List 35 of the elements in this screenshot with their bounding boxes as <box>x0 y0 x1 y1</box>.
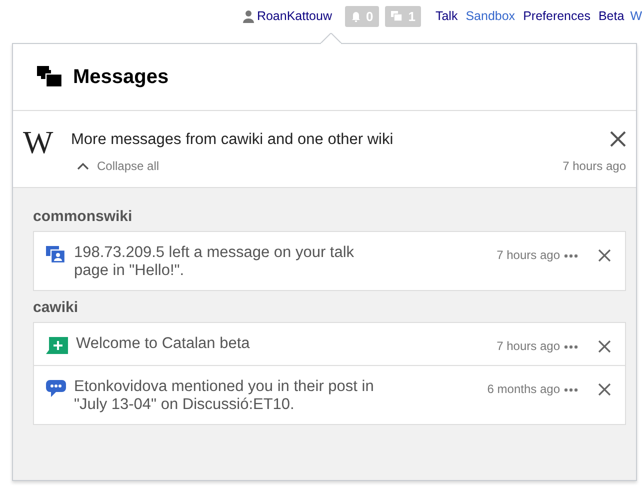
close-icon[interactable] <box>610 131 626 147</box>
timestamp: 7 hours ago <box>496 248 560 262</box>
timestamp: 7 hours ago <box>496 339 560 353</box>
notification-item[interactable]: 198.73.209.5 left a message on your talk page in "Hello!". 7 hours ago <box>34 232 625 290</box>
bundle-message: More messages from cawiki and one other wiki <box>71 130 394 149</box>
more-options-icon[interactable] <box>564 254 578 258</box>
popup-title: Messages <box>73 66 169 88</box>
notification-text: Etonkovidova mentioned you in their post in "July 13-04" on Discussió:ET10. <box>74 378 375 414</box>
close-icon[interactable] <box>598 340 611 353</box>
caret-up-icon <box>77 162 89 170</box>
more-options-icon[interactable] <box>564 345 578 349</box>
user-link[interactable]: RoanKattouw <box>256 9 332 23</box>
more-options-icon[interactable] <box>564 388 578 392</box>
close-icon[interactable] <box>598 383 611 396</box>
notification-text: Welcome to Catalan beta <box>76 335 251 353</box>
timestamp: 6 months ago <box>487 382 560 396</box>
wiki-group-heading: cawiki <box>33 299 80 316</box>
messages-icon <box>37 66 63 88</box>
collapse-all-button[interactable]: Collapse all <box>71 159 160 173</box>
nav-link[interactable]: Sandbox <box>466 9 516 23</box>
wikipedia-logo-icon: W <box>23 127 71 173</box>
notification-text: 198.73.209.5 left a message on your talk page in "Hello!". <box>74 244 356 280</box>
nav-link[interactable]: W <box>630 9 642 23</box>
nav-link[interactable]: Preferences <box>523 9 590 23</box>
notification-item[interactable]: Welcome to Catalan beta 7 hours ago <box>34 323 625 365</box>
talk-page-icon <box>46 246 66 264</box>
notification-item[interactable]: Etonkovidova mentioned you in their post in "July 13-04" on Discussió:ET10. 6 months ago <box>34 365 625 424</box>
plus-speech-bubble-icon <box>46 337 68 355</box>
speech-bubble-icon <box>46 380 66 398</box>
nav-link[interactable]: Talk <box>435 9 458 23</box>
nav-link[interactable]: Beta <box>598 9 624 23</box>
wiki-group-heading: commonswiki <box>33 208 134 225</box>
timestamp: 7 hours ago <box>562 159 626 173</box>
close-icon[interactable] <box>598 249 611 262</box>
user-icon <box>242 10 254 22</box>
